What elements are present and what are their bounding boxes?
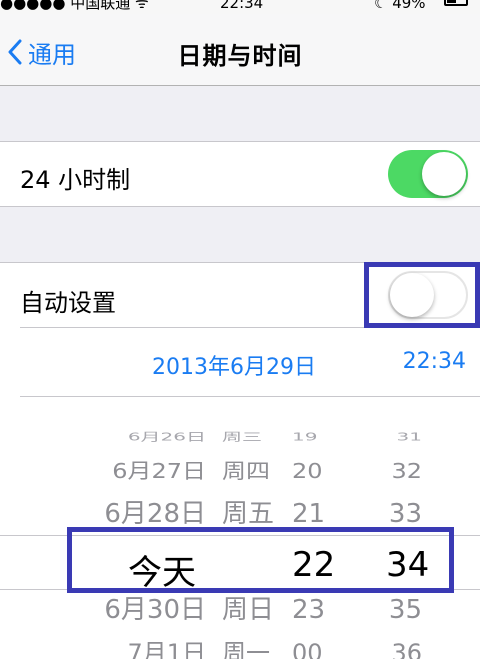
- toggle-auto-set[interactable]: [388, 271, 468, 319]
- picker-hour: 21: [292, 499, 326, 529]
- auto-set-group: 自动设置 2013年6月29日 22:34: [0, 262, 480, 397]
- status-bar: ●●●●● 中国联通 ᯤ 22:34 ☾ 49%: [0, 0, 480, 14]
- picker-selected-minute: 34: [386, 545, 430, 585]
- picker-selected-hour: 22: [292, 545, 336, 585]
- picker-weekday: 周五: [222, 499, 275, 529]
- picker-date: 6月27日: [112, 459, 206, 484]
- setting-label-auto-set: 自动设置: [20, 289, 116, 317]
- setting-row-24-hour: 24 小时制: [0, 141, 480, 207]
- picker-minute: 35: [388, 595, 422, 625]
- current-date-value[interactable]: 2013年6月29日: [152, 349, 316, 381]
- picker-minute: 36: [391, 639, 422, 659]
- picker-selected-date: 今天: [128, 553, 196, 593]
- date-time-picker[interactable]: 6月26日 周三 19 31 6月27日 周四 20 32 6月28日 周五 2…: [0, 397, 480, 659]
- picker-weekday: 周三: [222, 429, 262, 444]
- toggle-24-hour[interactable]: [388, 150, 468, 198]
- navigation-bar: 通用 日期与时间: [0, 14, 480, 86]
- picker-minute: 31: [396, 429, 422, 444]
- picker-date: 6月28日: [104, 499, 206, 529]
- picker-selection-line: [0, 535, 480, 536]
- toggle-knob: [390, 273, 434, 317]
- picker-hour: 20: [292, 459, 323, 484]
- clock: 22:34: [220, 0, 264, 12]
- picker-date: 6月30日: [104, 595, 206, 625]
- row-divider: [20, 327, 480, 328]
- battery-percent: ☾ 49%: [374, 0, 426, 12]
- picker-weekday: 周日: [222, 595, 275, 625]
- carrier-label: ●●●●● 中国联通 ᯤ: [0, 0, 149, 12]
- picker-date: 7月1日: [127, 639, 206, 659]
- picker-hour: 23: [292, 595, 326, 625]
- page-title: 日期与时间: [177, 42, 303, 70]
- picker-selection-line: [0, 589, 480, 590]
- picker-hour: 00: [292, 639, 323, 659]
- picker-weekday: 周一: [222, 639, 270, 659]
- picker-date: 6月26日: [127, 429, 206, 444]
- current-time-value[interactable]: 22:34: [403, 349, 466, 374]
- picker-minute: 32: [391, 459, 422, 484]
- picker-minute: 33: [388, 499, 422, 529]
- picker-weekday: 周四: [222, 459, 270, 484]
- toggle-knob: [422, 152, 466, 196]
- setting-label-24-hour: 24 小时制: [20, 166, 131, 194]
- picker-hour: 19: [292, 429, 318, 444]
- battery-icon: [444, 0, 468, 6]
